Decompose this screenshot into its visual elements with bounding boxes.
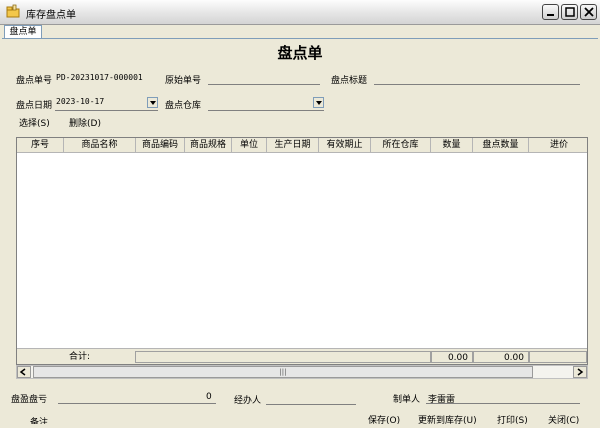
chevron-left-icon xyxy=(19,368,26,376)
update-stock-button[interactable]: 更新到库存(U) xyxy=(418,413,477,426)
col-header[interactable]: 进价 xyxy=(529,138,587,152)
col-header[interactable]: 单位 xyxy=(232,138,267,152)
col-header[interactable]: 生产日期 xyxy=(267,138,319,152)
maximize-button[interactable] xyxy=(561,4,578,20)
subject-field[interactable] xyxy=(374,84,580,85)
orig-no-label: 原始单号 xyxy=(165,76,202,86)
date-picker[interactable]: 2023-10-17 xyxy=(55,96,158,111)
horizontal-scrollbar[interactable]: ||| xyxy=(16,365,588,379)
handler-field[interactable] xyxy=(266,404,356,405)
folder-hand-icon xyxy=(6,4,20,18)
profit-value: 0 xyxy=(206,392,212,402)
form-title: 盘点单 xyxy=(277,44,323,62)
chevron-right-icon xyxy=(577,368,584,376)
chevron-down-icon[interactable] xyxy=(313,97,324,108)
footer-spacer xyxy=(135,351,431,363)
items-grid[interactable]: 序号 商品名称 商品编码 商品规格 单位 生产日期 有效期止 所在仓库 数量 盘… xyxy=(16,137,588,365)
grid-footer: 合计: 0.00 0.00 xyxy=(17,348,587,364)
maker-field xyxy=(426,403,580,404)
minimize-button[interactable] xyxy=(542,4,559,20)
subject-label: 盘点标题 xyxy=(331,76,368,86)
footer-spacer xyxy=(529,351,587,363)
close-form-button[interactable]: 关闭(C) xyxy=(548,413,579,426)
title-bar[interactable]: 库存盘点单 xyxy=(0,0,600,25)
profit-label: 盘盈盘亏 xyxy=(11,395,48,405)
count-total: 0.00 xyxy=(473,351,529,363)
col-header[interactable]: 数量 xyxy=(431,138,473,152)
delete-button[interactable]: 删除(D) xyxy=(69,116,101,129)
order-no-value: PD-20231017-000001 xyxy=(56,73,143,82)
col-header[interactable]: 所在仓库 xyxy=(371,138,431,152)
minimize-icon xyxy=(547,14,554,16)
tab-inventory-check[interactable]: 盘点单 xyxy=(4,25,42,38)
remark-label: 备注 xyxy=(30,418,49,428)
scroll-right-button[interactable] xyxy=(573,366,587,378)
col-header[interactable]: 商品名称 xyxy=(64,138,136,152)
order-no-label: 盘点单号 xyxy=(16,76,53,86)
select-button[interactable]: 选择(S) xyxy=(19,116,50,129)
orig-no-field[interactable] xyxy=(208,84,320,85)
close-icon xyxy=(584,7,594,17)
date-label: 盘点日期 xyxy=(16,101,53,111)
col-header[interactable]: 有效期止 xyxy=(319,138,371,152)
window-title: 库存盘点单 xyxy=(26,10,76,21)
profit-field[interactable] xyxy=(58,403,216,404)
grid-header: 序号 商品名称 商品编码 商品规格 单位 生产日期 有效期止 所在仓库 数量 盘… xyxy=(17,138,587,153)
col-header[interactable]: 序号 xyxy=(17,138,64,152)
save-button[interactable]: 保存(O) xyxy=(368,413,400,426)
col-header[interactable]: 商品规格 xyxy=(185,138,232,152)
maker-label: 制单人 xyxy=(393,395,421,405)
scroll-thumb[interactable]: ||| xyxy=(33,366,533,378)
warehouse-select[interactable] xyxy=(208,96,324,111)
scroll-left-button[interactable] xyxy=(17,366,31,378)
total-label: 合计: xyxy=(69,352,91,362)
col-header[interactable]: 商品编码 xyxy=(136,138,185,152)
close-button[interactable] xyxy=(580,4,597,20)
handler-label: 经办人 xyxy=(234,396,262,406)
warehouse-label: 盘点仓库 xyxy=(165,101,202,111)
print-button[interactable]: 打印(S) xyxy=(497,413,528,426)
qty-total: 0.00 xyxy=(431,351,473,363)
maximize-icon xyxy=(565,7,575,17)
col-header[interactable]: 盘点数量 xyxy=(473,138,529,152)
chevron-down-icon[interactable] xyxy=(147,97,158,108)
date-value: 2023-10-17 xyxy=(56,97,105,106)
